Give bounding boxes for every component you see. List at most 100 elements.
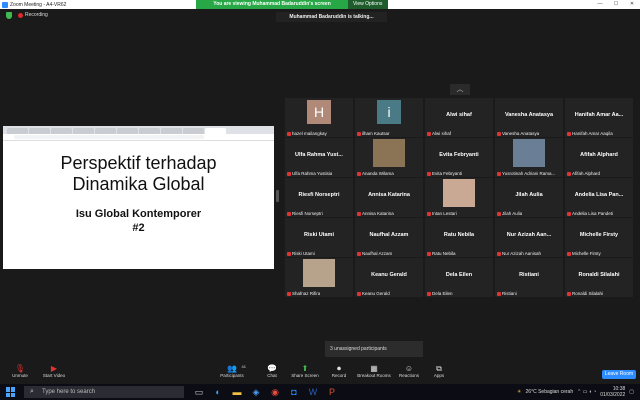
participants-button[interactable]: 👥 41 Participants — [214, 364, 250, 378]
participants-count: 41 — [241, 364, 246, 369]
participant-name: Ulfa Rahma Yust... — [295, 152, 343, 158]
mic-muted-icon — [357, 131, 361, 136]
file-explorer-icon[interactable]: ▬ — [232, 387, 242, 397]
view-options-button[interactable]: View Options ▾ — [348, 0, 388, 16]
breakout-rooms-icon: ▦ — [370, 364, 378, 373]
participant-tile[interactable]: Ananda Wilama — [355, 138, 423, 177]
participant-label-text: Ulfa Rahma Yustisia — [292, 171, 333, 176]
browser-tab — [139, 128, 160, 134]
chat-button[interactable]: 💬 Chat — [254, 364, 290, 378]
participant-tile[interactable]: Afifah Alphard Afifah Alphard — [565, 138, 633, 177]
participant-name: Afifah Alphard — [580, 152, 618, 158]
participant-label: Michelle Firsty — [567, 251, 601, 256]
participant-name: Hanifah Amar Aa... — [574, 112, 624, 118]
breakout-rooms-button[interactable]: ▦ Breakout Rooms — [356, 364, 392, 378]
participant-tile[interactable]: Annisa Katarina Annisa Katarina — [355, 178, 423, 217]
windows-start-icon[interactable] — [6, 387, 16, 397]
close-button[interactable]: ✕ — [624, 0, 640, 9]
participant-tile[interactable]: Jilah Aulia Jilah Aulia — [495, 178, 563, 217]
slide-number: #2 — [132, 222, 145, 234]
apps-button[interactable]: ⧉ Apps — [421, 364, 457, 378]
tray-icons[interactable]: ⌃ ▭ ◖ ◔ — [577, 389, 596, 395]
participant-label: hazel mailangkay — [287, 131, 327, 136]
chrome-icon[interactable]: ◉ — [270, 387, 280, 397]
participant-tile[interactable]: Ratu Nebila Ratu Nebila — [425, 218, 493, 257]
share-screen-label: Share Screen — [291, 373, 319, 378]
participant-label: Dela Eilen — [427, 291, 453, 296]
participant-tile[interactable]: Keanu Gerald Keanu Gerald — [355, 258, 423, 297]
minimize-button[interactable]: — — [592, 0, 608, 9]
system-tray: ☀ 26°C Sebagian cerah ⌃ ▭ ◖ ◔ 10:38 01/0… — [517, 384, 634, 400]
word-icon[interactable]: W — [308, 387, 318, 397]
participant-tile[interactable]: Michelle Firsty Michelle Firsty — [565, 218, 633, 257]
participant-label: Naufhal Azzam — [357, 251, 392, 256]
participant-label-text: Jilah Aulia — [502, 211, 523, 216]
mic-muted-icon — [357, 211, 361, 216]
participant-avatar: i — [377, 100, 401, 124]
participant-label: Yusrotinah Adriani Rama... — [497, 171, 555, 176]
participant-label-text: Michelle Firsty — [572, 251, 601, 256]
mic-muted-icon — [567, 211, 571, 216]
participant-label-text: Intan Lestari — [432, 211, 457, 216]
panel-splitter-handle[interactable] — [276, 190, 279, 202]
start-video-button[interactable]: ▶ Start Video — [36, 364, 72, 378]
participant-tile[interactable]: Vanesha Anatasya Vanesha Anatasya — [495, 98, 563, 137]
participant-label-text: hazel mailangkay — [292, 131, 327, 136]
unassigned-participants-notice[interactable]: 3 unassigned participants — [325, 341, 423, 357]
participant-label: Ulfa Rahma Yustisia — [287, 171, 332, 176]
weather-text[interactable]: 26°C Sebagian cerah — [526, 389, 574, 395]
security-shield-icon[interactable] — [6, 12, 12, 19]
share-screen-button[interactable]: ⬆ Share Screen — [287, 364, 323, 378]
participant-tile[interactable]: Andelia Lisa Pan... Andelia Lisa Pandeti — [565, 178, 633, 217]
apps-label: Apps — [433, 373, 445, 378]
participant-label-text: Dela Eilen — [432, 291, 453, 296]
mic-muted-icon — [427, 211, 431, 216]
participant-tile[interactable]: Ronaldi Silalahi Ronaldi Silalahi — [565, 258, 633, 297]
participant-video-photo — [303, 259, 335, 287]
task-view-icon[interactable]: ▭ — [194, 387, 204, 397]
participant-tile[interactable]: Yusrotinah Adriani Rama... — [495, 138, 563, 177]
leave-room-button[interactable]: Leave Room — [602, 370, 636, 379]
participant-tile[interactable]: Evita Febryanti Evita Febryanti — [425, 138, 493, 177]
clock-date: 01/03/2022 — [600, 392, 626, 398]
zoom-taskbar-icon[interactable]: ◘ — [289, 387, 299, 397]
participant-tile[interactable]: Ristiani Ristiani — [495, 258, 563, 297]
participant-tile[interactable]: Ulfa Rahma Yust... Ulfa Rahma Yustisia — [285, 138, 353, 177]
recording-label[interactable]: Recording — [25, 12, 48, 18]
participant-tile[interactable]: Riesfi Norseptri Riesfi Norseptri — [285, 178, 353, 217]
unmute-button[interactable]: 🎙 Unmute — [2, 364, 38, 378]
participant-tile[interactable]: Dela Eilen Dela Eilen — [425, 258, 493, 297]
participant-name: Ristiani — [519, 272, 539, 278]
participant-tile[interactable]: Shafnaz Rifira — [285, 258, 353, 297]
edge-icon[interactable]: ◐ — [213, 387, 223, 397]
participant-label-text: Nur Azizah Aanisah — [502, 251, 542, 256]
participant-tile[interactable]: Hhazel mailangkay — [285, 98, 353, 137]
notifications-icon[interactable]: ▢ — [629, 389, 634, 395]
mic-muted-icon — [567, 291, 571, 296]
powerpoint-icon[interactable]: P — [327, 387, 337, 397]
participant-tile[interactable]: Intan Lestari — [425, 178, 493, 217]
record-button[interactable]: ⏺ Record — [321, 364, 357, 378]
participant-label: Riesfi Norseptri — [287, 211, 323, 216]
apps-icon: ⧉ — [436, 364, 442, 373]
taskbar-search-input[interactable]: Type here to search — [24, 386, 184, 398]
participant-tile[interactable]: i ilham Kautsar — [355, 98, 423, 137]
participant-tile[interactable]: Naufhal Azzam Naufhal Azzam — [355, 218, 423, 257]
participant-tile[interactable]: Riski Utami Riski Utami — [285, 218, 353, 257]
participant-label-text: Ratu Nebila — [432, 251, 456, 256]
participant-label-text: Andelia Lisa Pandeti — [572, 211, 614, 216]
participant-name: Andelia Lisa Pan... — [574, 192, 624, 198]
browser-tabs — [3, 126, 274, 134]
participant-tile[interactable]: Alwi sihaf Alwi sihaf — [425, 98, 493, 137]
shared-screen[interactable]: Perspektif terhadap Dinamika Global Isu … — [3, 126, 274, 269]
gallery-up-arrow-icon[interactable]: ︿ — [450, 84, 470, 95]
participant-label-text: Keanu Gerald — [362, 291, 390, 296]
participant-tile[interactable]: Hanifah Amar Aa... Hanifah Amar Aaqila — [565, 98, 633, 137]
participant-name: Riski Utami — [304, 232, 334, 238]
mic-muted-icon — [497, 251, 501, 256]
maximize-button[interactable]: ☐ — [608, 0, 624, 9]
participant-label: Vanesha Anatasya — [497, 131, 539, 136]
participant-tile[interactable]: Nur Azizah Aan... Nur Azizah Aanisah — [495, 218, 563, 257]
clock[interactable]: 10:38 01/03/2022 — [600, 386, 625, 398]
store-icon[interactable]: ◈ — [251, 387, 261, 397]
